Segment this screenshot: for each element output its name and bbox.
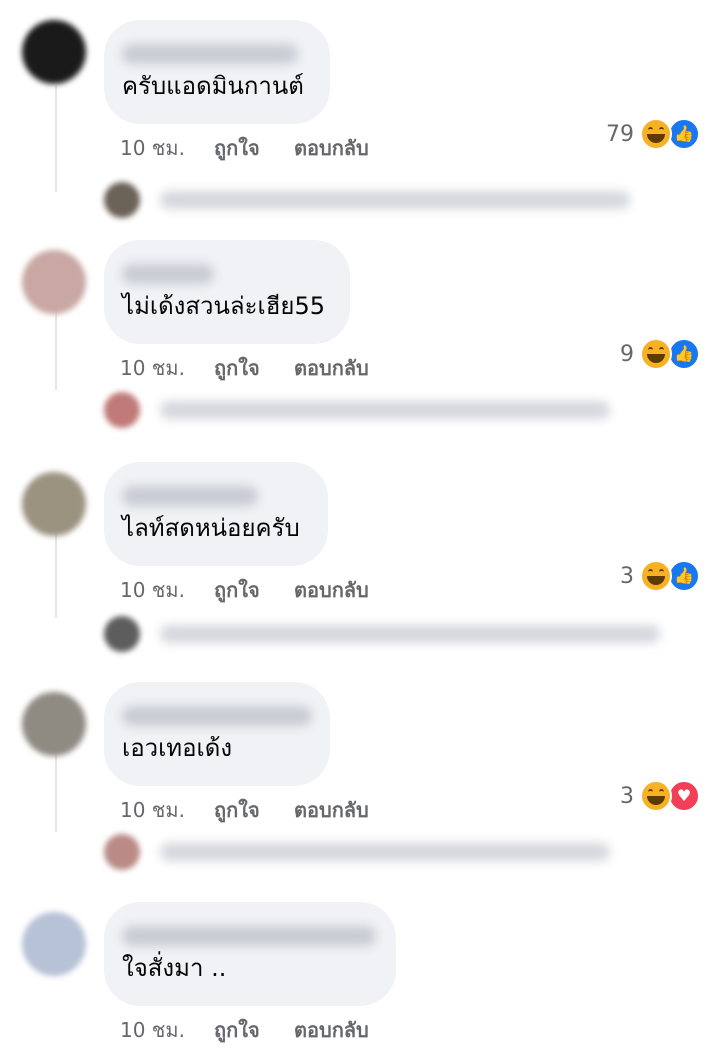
reply-button[interactable]: ตอบกลับ: [294, 132, 369, 164]
reply-avatar: [104, 834, 140, 870]
comment-bubble: ใจสั่งมา ..: [104, 902, 396, 1006]
comment-item: ใจสั่งมา .. 10 ชม. ถูกใจ ตอบกลับ: [0, 894, 722, 1042]
like-button[interactable]: ถูกใจ: [214, 132, 260, 164]
avatar[interactable]: [22, 20, 86, 84]
hidden-reply-row[interactable]: [104, 392, 674, 428]
comment-time[interactable]: 10 ชม.: [120, 574, 185, 606]
reply-avatar: [104, 182, 140, 218]
reaction-summary[interactable]: 79 👍: [606, 116, 700, 152]
reply-button[interactable]: ตอบกลับ: [294, 352, 369, 384]
reaction-count: 3: [620, 563, 634, 589]
like-button[interactable]: ถูกใจ: [214, 794, 260, 826]
avatar[interactable]: [22, 250, 86, 314]
reply-preview-redacted: [160, 625, 660, 643]
comment-bubble: เอวเทอเด้ง: [104, 682, 330, 786]
comment-item: ไม่เด้งสวนล่ะเฮีย55 10 ชม. ถูกใจ ตอบกลับ…: [0, 232, 722, 462]
author-name-redacted[interactable]: [122, 706, 312, 726]
reaction-summary[interactable]: 9 👍: [620, 336, 700, 372]
comment-time[interactable]: 10 ชม.: [120, 132, 185, 164]
comment-text: ครับแอดมินกานต์: [122, 72, 304, 100]
comment-text: ใจสั่งมา ..: [122, 954, 227, 982]
comment-time[interactable]: 10 ชม.: [120, 794, 185, 826]
comment-bubble: ครับแอดมินกานต์: [104, 20, 330, 124]
author-name-redacted[interactable]: [122, 926, 376, 946]
reply-preview-redacted: [160, 191, 630, 209]
comment-item: ไลท์สดหน่อยครับ 10 ชม. ถูกใจ ตอบกลับ 3 👍: [0, 454, 722, 684]
like-button[interactable]: ถูกใจ: [214, 352, 260, 384]
comment-time[interactable]: 10 ชม.: [120, 352, 185, 384]
reply-button[interactable]: ตอบกลับ: [294, 1014, 369, 1046]
love-icon: ♥: [668, 780, 700, 812]
hidden-reply-row[interactable]: [104, 834, 674, 870]
comment-item: ครับแอดมินกานต์ 10 ชม. ถูกใจ ตอบกลับ 79 …: [0, 12, 722, 242]
author-name-redacted[interactable]: [122, 264, 214, 284]
hidden-reply-row[interactable]: [104, 182, 674, 218]
reaction-count: 3: [620, 783, 634, 809]
like-icon: 👍: [668, 118, 700, 150]
haha-icon: [640, 118, 672, 150]
comment-text: เอวเทอเด้ง: [122, 734, 233, 762]
haha-icon: [640, 560, 672, 592]
reaction-count: 79: [606, 121, 634, 147]
reply-button[interactable]: ตอบกลับ: [294, 574, 369, 606]
haha-icon: [640, 780, 672, 812]
comment-actions: 10 ชม. ถูกใจ ตอบกลับ: [120, 1014, 720, 1050]
author-name-redacted[interactable]: [122, 486, 258, 506]
comment-text: ไลท์สดหน่อยครับ: [122, 514, 300, 542]
reaction-summary[interactable]: 3 👍: [620, 558, 700, 594]
reaction-count: 9: [620, 341, 634, 367]
reply-preview-redacted: [160, 843, 610, 861]
author-name-redacted[interactable]: [122, 44, 298, 64]
avatar[interactable]: [22, 692, 86, 756]
comment-text: ไม่เด้งสวนล่ะเฮีย55: [122, 292, 325, 320]
haha-icon: [640, 338, 672, 370]
hidden-reply-row[interactable]: [104, 616, 674, 652]
comment-item: เอวเทอเด้ง 10 ชม. ถูกใจ ตอบกลับ 3 ♥: [0, 674, 722, 904]
reply-preview-redacted: [160, 401, 610, 419]
comment-bubble: ไม่เด้งสวนล่ะเฮีย55: [104, 240, 350, 344]
avatar[interactable]: [22, 472, 86, 536]
reply-avatar: [104, 392, 140, 428]
like-button[interactable]: ถูกใจ: [214, 574, 260, 606]
avatar[interactable]: [22, 912, 86, 976]
reply-avatar: [104, 616, 140, 652]
comment-bubble: ไลท์สดหน่อยครับ: [104, 462, 328, 566]
like-button[interactable]: ถูกใจ: [214, 1014, 260, 1046]
reply-button[interactable]: ตอบกลับ: [294, 794, 369, 826]
comment-time[interactable]: 10 ชม.: [120, 1014, 185, 1046]
like-icon: 👍: [668, 338, 700, 370]
reaction-summary[interactable]: 3 ♥: [620, 778, 700, 814]
like-icon: 👍: [668, 560, 700, 592]
